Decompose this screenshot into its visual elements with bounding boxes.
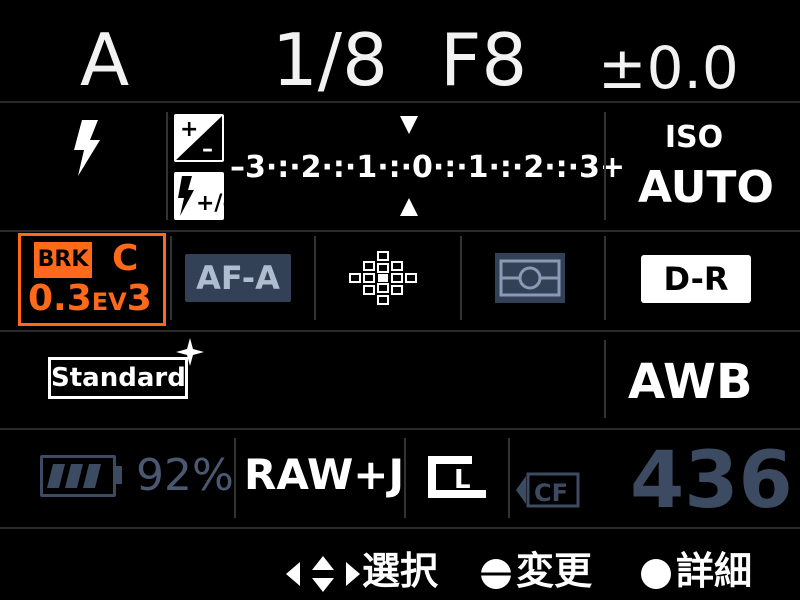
dial-icon — [480, 558, 512, 589]
dpad-arrows-icon — [286, 555, 360, 592]
image-quality[interactable]: RAW+J — [244, 450, 404, 499]
svg-text:+/–: +/– — [196, 191, 224, 216]
help-details: 詳細 — [636, 540, 752, 595]
flash-comp-icon: +/– — [174, 172, 233, 220]
image-size-icon[interactable]: L — [424, 452, 494, 506]
help-details-label: 詳細 — [676, 549, 753, 593]
divider — [0, 101, 800, 103]
scale-top-marker — [400, 116, 418, 134]
bracket-value: 0.3EV3 — [28, 278, 152, 319]
dro-setting[interactable]: D-R — [641, 255, 751, 303]
ev-comp-icons: + – +/– — [172, 114, 233, 222]
exposure-comp-icon: + – — [174, 114, 224, 162]
svg-text:+: + — [180, 117, 198, 142]
svg-text:CF: CF — [534, 479, 568, 507]
help-change: 変更 — [476, 540, 592, 595]
scale-bottom-marker — [400, 198, 418, 216]
shutter-speed: 1/8 — [272, 18, 388, 102]
iso-label: ISO — [664, 120, 724, 155]
sparkle-icon — [176, 338, 204, 366]
help-change-label: 変更 — [516, 549, 593, 593]
bracket-mode: C — [112, 238, 139, 279]
af-mode[interactable]: AF-A — [185, 254, 291, 302]
af-area-icon[interactable] — [344, 248, 424, 312]
divider — [0, 230, 800, 232]
help-select: 選択 — [284, 540, 438, 595]
divider — [0, 330, 800, 332]
battery-icon — [40, 455, 116, 497]
flash-icon[interactable] — [68, 118, 108, 178]
battery-percent: 92% — [136, 450, 234, 501]
creative-style[interactable]: Standard — [48, 357, 188, 399]
white-balance[interactable]: AWB — [628, 354, 753, 410]
aperture: F8 — [440, 18, 528, 102]
iso-value[interactable]: AUTO — [638, 162, 774, 213]
exposure-compensation: ±0.0 — [598, 34, 739, 102]
divider — [0, 527, 800, 529]
help-select-label: 選択 — [362, 549, 439, 593]
metering-icon[interactable] — [495, 253, 565, 303]
divider — [0, 428, 800, 430]
svg-text:L: L — [454, 465, 471, 495]
center-button-icon — [641, 558, 671, 589]
shots-remaining: 436 — [630, 436, 793, 526]
svg-text:–: – — [202, 137, 213, 162]
bracket-label: BRK — [34, 242, 92, 278]
cf-card-icon: CF — [514, 470, 582, 514]
battery-tip — [116, 466, 122, 484]
exposure-scale: –3·:·2·:·1·:·0·:·1·:·2·:·3+ — [230, 150, 625, 185]
shooting-mode: A — [80, 18, 130, 102]
